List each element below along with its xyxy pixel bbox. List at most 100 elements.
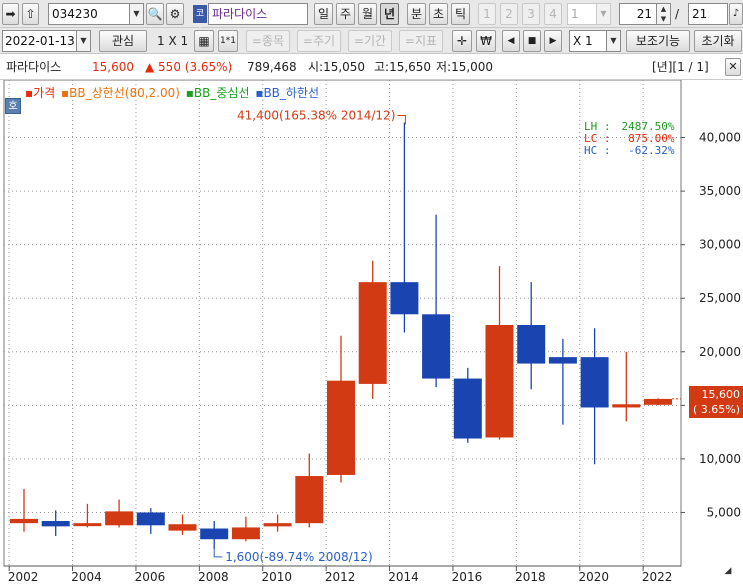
zoom-dropdown-button[interactable]: ▼ [606,30,621,52]
item-button[interactable]: =종목 [246,30,290,52]
y-tick-label: 20,000 [699,345,741,359]
y-tick-label: 5,000 [707,505,741,519]
candle-body [200,528,229,540]
won-currency-button[interactable]: ₩ [476,30,496,52]
period-second-button[interactable]: 초 [429,3,448,25]
y-tick-label: 40,000 [699,131,741,145]
candle-body [327,380,355,475]
last-price-value: 15,600 [701,388,741,401]
count-spinner[interactable]: ▲ ▼ [656,3,671,25]
candle-body [422,314,451,379]
chart-badge-icon[interactable]: 호 [5,98,21,114]
period-range-button[interactable]: =기간 [348,30,392,52]
market-badge-icon: 코스닥 [193,5,207,55]
x-tick-label: 2016 [452,570,483,584]
close-icon[interactable]: ✕ [725,58,741,76]
low-price: 저:15,000 [436,60,494,74]
stock-name-field[interactable]: 파라다이스 [208,3,308,25]
period-day-button[interactable]: 일 [314,3,333,25]
stop-icon[interactable]: ■ [523,30,541,52]
page-button-3[interactable]: 3 [522,3,540,25]
current-price: 15,600 [92,60,134,74]
upload-icon[interactable]: ⇧ [22,3,39,25]
volume-value: 789,468 [247,60,297,74]
candle-body [41,521,70,527]
zoom-select[interactable]: X 1 [569,30,607,52]
price-change: ▲ 550 (3.65%) [145,60,233,74]
scroll-left-icon[interactable]: ◀ [502,30,520,52]
candle-body [580,357,609,408]
page-button-4[interactable]: 4 [544,3,562,25]
page-select[interactable]: 1 [567,3,597,25]
candle-body [73,523,102,527]
candle-body [358,282,387,384]
period-tick-button[interactable]: 틱 [451,3,470,25]
last-price-tag: 15,600 ( 3.65%) [689,386,743,418]
layout-label: 1 X 1 [157,34,189,48]
chart-area[interactable]: 5,00010,00015,00020,00025,00030,00035,00… [0,80,743,586]
page-select-dropdown[interactable]: ▼ [596,3,611,25]
indicator-button[interactable]: =지표 [399,30,443,52]
period-week-button[interactable]: 주 [336,3,355,25]
count-total-field: 21 [688,3,728,25]
x-tick-label: 2002 [8,570,39,584]
last-price-pct: ( 3.65%) [692,403,740,416]
candle-body [168,524,197,531]
page-button-2[interactable]: 2 [500,3,518,25]
period-year-button[interactable]: 년 [380,3,399,25]
x-tick-label: 2006 [135,570,166,584]
reset-button[interactable]: 초기화 [694,30,742,52]
search-icon[interactable]: 🔍 [146,3,164,25]
stock-code-input[interactable]: 034230 [48,3,130,25]
resize-handle[interactable]: ◢ [718,566,738,580]
legend-bb-middle: ▪BB_중심선 [185,86,250,100]
open-price: 시:15,050 [308,60,366,74]
candle-body [390,282,419,315]
y-tick-label: 25,000 [699,291,741,305]
date-input[interactable]: 2022-01-13 [2,30,77,52]
main-toolbar: ➡ ⇧ 034230 ▼ 🔍 ⚙ 코스닥 파라다이스 일 주 월 년 분 초 틱… [0,0,743,55]
period-month-button[interactable]: 월 [358,3,377,25]
scroll-right-icon[interactable]: ▶ [544,30,562,52]
wrench-icon[interactable]: ⚙ [166,3,184,25]
grid-layout-icon[interactable]: ▦ [194,30,214,52]
x-tick-label: 2012 [325,570,356,584]
candle-body [105,511,134,526]
chart-legend: ▪가격 ▪BB_상한선(80,2.00) ▪BB_중심선 ▪BB_하한선 [25,84,319,101]
x-tick-label: 2004 [71,570,102,584]
legend-price: ▪가격 [25,86,56,100]
cycle-button[interactable]: =주기 [297,30,341,52]
candle-body [517,325,546,364]
crosshair-icon[interactable]: ✛ [452,30,472,52]
x-tick-label: 2022 [642,570,673,584]
candle-body [644,398,672,405]
date-dropdown-button[interactable]: ▼ [76,30,91,52]
legend-bb-upper: ▪BB_상한선(80,2.00) [61,86,180,100]
low-annotation: 1,600(-89.74% 2008/12) [225,550,372,564]
y-tick-label: 35,000 [699,184,741,198]
page-button-1[interactable]: 1 [478,3,496,25]
x-tick-label: 2020 [578,570,609,584]
candle-body [10,518,38,524]
count-input[interactable]: 21 [619,3,657,25]
period-minute-button[interactable]: 분 [407,3,426,25]
link-arrow-icon[interactable]: ➡ [2,3,19,25]
assist-functions-button[interactable]: 보조기능 [626,30,690,52]
count-separator: / [675,7,680,21]
stock-name-label: 파라다이스 [6,60,62,74]
layout-1x1-button[interactable]: 1*1 [218,30,238,52]
candle-body [612,404,641,408]
code-dropdown-button[interactable]: ▼ [129,3,144,25]
candle-body [136,512,165,526]
candle-body [263,523,292,527]
quote-info-bar: 파라다이스 15,600 ▲ 550 (3.65%) 789,468 시:15,… [0,54,743,80]
watchlist-button[interactable]: 관심 [99,30,147,52]
y-tick-label: 30,000 [699,238,741,252]
candle-body [453,378,482,439]
x-tick-label: 2010 [261,570,292,584]
x-tick-label: 2008 [198,570,229,584]
x-tick-label: 2014 [388,570,419,584]
chart-pagination: [년][1 / 1] [652,60,709,74]
stat-hc: HC : -62.32% [584,144,675,157]
notification-icon[interactable]: ♪ [729,3,743,25]
